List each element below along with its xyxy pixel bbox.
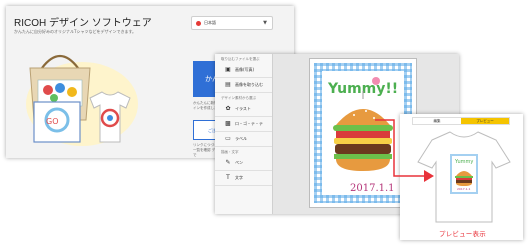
tool-panel: 取り込むファイルを選ぶ ▣ 画像(写真) ▤ 画像を取り込む デザイン素材から選… [215, 54, 273, 214]
app-subtitle: かんたんに自分好みのオリジナルTシャツなどをデザインできます。 [14, 29, 137, 34]
app-title: RICOH デザイン ソフトウェア [14, 18, 152, 29]
pen-icon: ✎ [225, 159, 231, 166]
preview-caption: プレビュー表示 [439, 230, 486, 238]
section-label: 描画・文字 [221, 150, 239, 154]
tool-logo[interactable]: ▩ ロ・ゴ・テ・テ [215, 117, 272, 132]
tool-label: ロ・ゴ・テ・テ [235, 121, 263, 126]
label-icon: ▭ [225, 135, 231, 142]
design-artwork: Yummy!! [314, 63, 412, 203]
canvas-date: 2017.1.1 [350, 183, 395, 194]
tool-illustration[interactable]: ✿ イラスト [215, 102, 272, 117]
preview-screen: 編集 プレビュー Yummy 2017.1.1 プレビュー表示 [400, 114, 523, 240]
tool-photo[interactable]: ▣ 画像(写真) [215, 63, 272, 78]
mini-title: Yummy [454, 159, 473, 165]
tool-pen[interactable]: ✎ ペン [215, 156, 272, 171]
language-value: 日本語 [204, 20, 216, 25]
language-select[interactable]: 日本語 ▼ [191, 16, 273, 30]
preview-tabs: 編集 プレビュー [412, 117, 510, 125]
tool-label: ラベル [235, 136, 247, 141]
tool-label: ペン [235, 160, 243, 165]
image-import-icon: ▤ [225, 81, 231, 88]
section-label: 取り込むファイルを選ぶ [221, 57, 260, 61]
tool-label-item[interactable]: ▭ ラベル [215, 132, 272, 147]
section-label: デザイン素材から選ぶ [221, 96, 256, 100]
tool-text[interactable]: T 文字 [215, 171, 272, 186]
tab-preview[interactable]: プレビュー [461, 118, 509, 124]
tshirt-preview: Yummy 2017.1.1 [417, 131, 511, 223]
camera-icon: ▣ [225, 66, 231, 73]
tool-import[interactable]: ▤ 画像を取り込む [215, 78, 272, 93]
tool-label: 文字 [235, 175, 243, 180]
tool-label: 画像を取り込む [235, 82, 263, 87]
illustration-icon: ✿ [225, 105, 231, 112]
tab-edit[interactable]: 編集 [413, 118, 461, 124]
tool-label: イラスト [235, 106, 251, 111]
logo-icon: ▩ [225, 120, 231, 127]
chevron-down-icon: ▼ [263, 20, 267, 26]
text-icon: T [226, 174, 230, 181]
flag-icon [196, 20, 201, 26]
tool-label: 画像(写真) [235, 67, 255, 72]
svg-text:GO: GO [46, 117, 59, 126]
hero-illustration: GO [26, 54, 138, 146]
mini-date: 2017.1.1 [457, 187, 470, 191]
